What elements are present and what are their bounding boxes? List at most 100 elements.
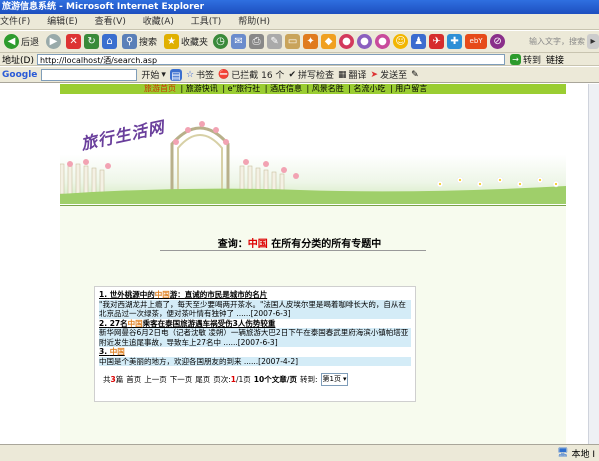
plugin-icon-b[interactable]: ● [339,34,355,49]
nav-snacks[interactable]: 名流小吃 [354,84,386,93]
refresh-icon[interactable]: ↻ [84,34,100,49]
print-icon[interactable]: ⎙ [249,34,265,49]
go-label: 转到 [522,55,541,66]
pager-last[interactable]: 尾页 [195,375,210,385]
nav-hotels[interactable]: 酒店信息 [270,84,302,93]
search-heading-prefix: 查询： [217,239,248,250]
menu-file[interactable]: 文件(F) [0,17,30,27]
pager-next[interactable]: 下一页 [170,375,193,385]
pencil-icon[interactable]: ✎ [411,70,419,80]
bookmarks-button[interactable]: ☆ 书签 [186,68,214,82]
google-pagerank-icon[interactable]: ▤ [169,68,182,82]
plugin-icon-c[interactable]: ● [357,34,373,49]
ie-search-go-icon[interactable]: ▸ [587,34,599,49]
plugin-icon-a[interactable]: ◆ [321,34,337,49]
favorites-button[interactable]: ★ 收藏夹 [162,33,210,50]
menu-edit[interactable]: 编辑(E) [47,17,78,27]
nav-scenic[interactable]: 风景名胜 [312,84,344,93]
menu-favorites[interactable]: 收藏(A) [143,17,174,27]
pager-prev[interactable]: 上一页 [144,375,167,385]
stop-icon[interactable]: ✕ [66,34,82,49]
sendto-button[interactable]: ➤ 发送至 [370,68,408,82]
pager-per-page: 10个文章/页 [253,374,297,384]
search-button[interactable]: ⚲ 搜索 [120,33,159,50]
ie-search-placeholder: 输入文字，搜索 [529,37,585,46]
history-icon[interactable]: ◷ [213,34,229,49]
ie-search-box[interactable]: 输入文字，搜索 ▸ [529,34,599,49]
mail-icon[interactable]: ✉ [231,34,247,49]
messenger-icon[interactable]: ✦ [303,34,319,49]
list-item: 1. 世外桃源中的中国游：直诫的市民是城市的名片 "我对西湖龙井上瘾了，每天至少… [99,290,411,319]
result-title[interactable]: 1. 世外桃源中的中国游：直诫的市民是城市的名片 [99,290,411,300]
result-title-text: 游：直诫的市民是城市的名片 [169,290,268,299]
spellcheck-label: 拼写检查 [297,71,334,81]
result-title-text: 27名 [109,318,128,328]
popup-blocked-indicator[interactable]: ⛔ 已拦截 16 个 [218,68,284,82]
nav-home[interactable]: 旅游首页 [144,84,176,93]
sendto-icon: ➤ [370,69,379,80]
pager-page-label: 页次: [213,374,231,384]
pager-goto-label: 转到: [299,374,318,384]
search-heading-suffix: 在所有分类的所有专题中 [271,239,382,250]
pagination: 共3篇 首页 上一页 下一页 尾页 页次:1/1页 10个文章/页 转到: 第1… [99,373,411,386]
plugin-icon-h[interactable]: ⊘ [490,34,506,49]
result-title[interactable]: 2. 27名中国乘客在泰国旅游遇车祸受伤3人伤势较重 [99,319,411,329]
result-number: 2. [99,318,108,328]
pager-total: 共3篇 [103,375,123,385]
site-banner: 旅行生活网 [60,94,566,204]
go-arrow-icon: → [509,53,521,65]
nav-agency[interactable]: e"旅行社 [228,84,261,93]
spellcheck-button[interactable]: ✔ 拼写检查 [288,68,334,82]
address-bar: 地址(D) http://localhost/酒/search.asp → 转到… [0,53,599,66]
plugin-icon-g[interactable]: ✚ [447,34,463,49]
links-label[interactable]: 链接 [546,53,564,66]
chevron-down-icon: ▾ [161,69,166,80]
pager-first[interactable]: 首页 [126,375,141,385]
plugin-icon-e[interactable]: ♟ [411,34,427,49]
translate-label: 翻译 [348,71,367,81]
menu-help[interactable]: 帮助(H) [238,17,270,27]
menu-tools[interactable]: 工具(T) [191,17,222,27]
result-number: 1. [99,290,108,299]
popup-blocker-icon: ⛔ [218,69,230,80]
spellcheck-icon: ✔ [288,69,296,80]
nav-news[interactable]: 旅游快讯 [186,84,218,93]
translate-button[interactable]: ▦ 翻译 [338,68,367,82]
search-label: 搜索 [139,38,158,48]
result-number: 3. [99,347,108,356]
google-toolbar: Google 开始 ▾ ▤ ☆ 书签 ⛔ 已拦截 16 个 ✔ 拼写检查 ▦ 翻… [0,67,599,83]
back-arrow-icon: ◀ [4,34,19,49]
pager-total-prefix: 共 [103,374,111,384]
vertical-scrollbar[interactable] [588,84,599,444]
result-title-text: 世外桃源中的 [109,290,155,299]
list-item: 2. 27名中国乘客在泰国旅游遇车祸受伤3人伤势较重 新华网曼谷6月2日电（记者… [99,319,411,347]
result-keyword-highlight: 中国 [154,290,170,299]
google-logo: Google [2,69,38,80]
page-select[interactable]: 第1页 ▾ [320,373,349,386]
forward-button[interactable]: ▶ [44,33,63,50]
page-viewport: 旅游首页 | 旅游快讯 | e"旅行社 | 酒店信息 | 风景名胜 | 名流小吃… [0,84,599,444]
home-icon[interactable]: ⌂ [102,34,118,49]
smiley-icon[interactable]: ☺ [393,34,409,49]
result-title[interactable]: 3. 中国 [99,347,411,357]
menu-view[interactable]: 查看(V) [95,17,126,27]
plugin-icon-f[interactable]: ✈ [429,34,445,49]
nav-guestbook[interactable]: 用户留言 [395,84,427,93]
address-input[interactable]: http://localhost/酒/search.asp [36,53,505,65]
window-title-bar: 旅游信息系统 - Microsoft Internet Explorer [0,0,599,14]
google-start-button[interactable]: 开始 ▾ [141,68,166,82]
search-heading: 查询：中国 在所有分类的所有专题中 [0,235,599,250]
ebay-icon[interactable]: ebY [465,34,488,49]
folder-icon[interactable]: ▭ [285,34,301,49]
back-button[interactable]: ◀ 后退 [2,33,41,50]
garden-illustration [60,121,566,204]
pager-page-info: 页次:1/1页 [213,375,251,385]
google-search-input[interactable] [41,68,138,81]
local-zone-icon: 🖥 [557,448,569,458]
menu-bar: 文件(F) 编辑(E) 查看(V) 收藏(A) 工具(T) 帮助(H) [0,14,599,30]
search-keyword: 中国 [247,239,268,250]
go-button[interactable]: → 转到 [508,53,543,66]
plugin-icon-d[interactable]: ● [375,34,391,49]
edit-icon[interactable]: ✎ [267,34,283,49]
result-summary: "我对西湖龙井上瘾了，每天至少要喝两开茶水。"法国人皮埃尔里是喝着咖啡长大的，自… [99,299,411,319]
